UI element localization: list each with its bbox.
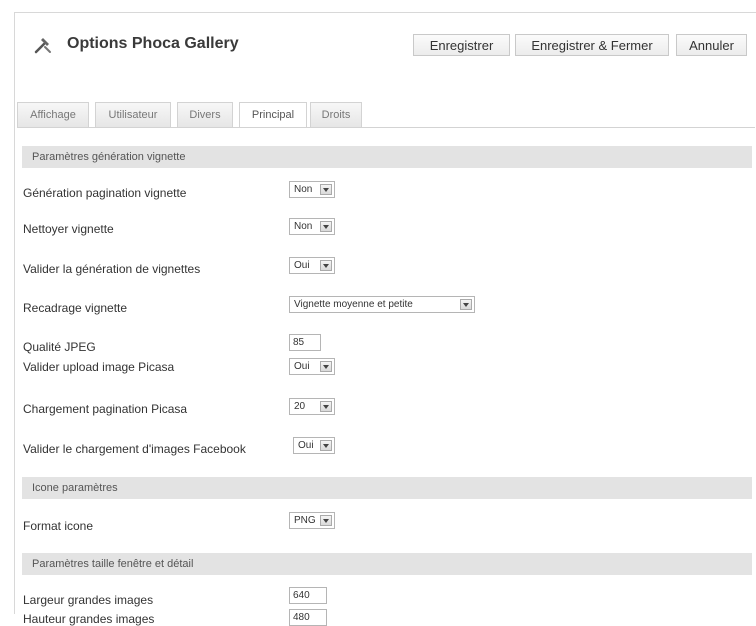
tab-utilisateur[interactable]: Utilisateur xyxy=(95,102,171,127)
large-width-label: Largeur grandes images xyxy=(23,593,154,607)
enable-thumb-gen-value: Oui xyxy=(294,260,310,271)
thumb-crop-label: Recadrage vignette xyxy=(23,301,128,315)
picasa-pagination-label: Chargement pagination Picasa xyxy=(23,402,188,416)
icon-format-select[interactable]: PNG xyxy=(289,512,335,529)
options-window: Options Phoca Gallery Enregistrer Enregi… xyxy=(14,12,756,626)
cancel-button[interactable]: Annuler xyxy=(676,34,747,56)
large-height-input[interactable]: 480 xyxy=(289,609,327,626)
dropdown-arrow-icon xyxy=(320,260,332,271)
picasa-upload-label: Valider upload image Picasa xyxy=(23,360,175,374)
dropdown-arrow-icon xyxy=(320,361,332,372)
thumb-crop-value: Vignette moyenne et petite xyxy=(294,299,413,310)
icon-format-value: PNG xyxy=(294,515,316,526)
facebook-upload-label: Valider le chargement d'images Facebook xyxy=(23,442,246,456)
tab-divers[interactable]: Divers xyxy=(177,102,233,127)
section-header-window-size: Paramètres taille fenêtre et détail xyxy=(22,553,752,575)
clean-thumbs-label: Nettoyer vignette xyxy=(23,222,114,236)
dropdown-arrow-icon xyxy=(320,515,332,526)
jpeg-quality-input[interactable]: 85 xyxy=(289,334,321,351)
page-title: Options Phoca Gallery xyxy=(67,35,239,52)
enable-thumb-gen-select[interactable]: Oui xyxy=(289,257,335,274)
thumb-crop-select[interactable]: Vignette moyenne et petite xyxy=(289,296,475,313)
facebook-upload-value: Oui xyxy=(298,440,314,451)
clean-thumbs-value: Non xyxy=(294,221,313,232)
picasa-upload-select[interactable]: Oui xyxy=(289,358,335,375)
picasa-pagination-value: 20 xyxy=(294,401,306,412)
options-panel: Paramètres génération vignette Génératio… xyxy=(17,127,755,626)
clean-thumbs-select[interactable]: Non xyxy=(289,218,335,235)
tab-affichage[interactable]: Affichage xyxy=(17,102,89,127)
enable-thumb-gen-label: Valider la génération de vignettes xyxy=(23,262,201,276)
picasa-upload-value: Oui xyxy=(294,361,310,372)
save-button[interactable]: Enregistrer xyxy=(413,34,510,56)
thumb-pagination-select[interactable]: Non xyxy=(289,181,335,198)
tab-droits[interactable]: Droits xyxy=(310,102,362,127)
large-width-input[interactable]: 640 xyxy=(289,587,327,604)
dropdown-arrow-icon xyxy=(320,221,332,232)
section-header-thumbnail-generation: Paramètres génération vignette xyxy=(22,146,752,168)
tools-icon xyxy=(34,38,51,54)
dropdown-arrow-icon xyxy=(320,184,332,195)
dropdown-arrow-icon xyxy=(460,299,472,310)
toolbar: Options Phoca Gallery Enregistrer Enregi… xyxy=(15,13,756,67)
picasa-pagination-select[interactable]: 20 xyxy=(289,398,335,415)
jpeg-quality-label: Qualité JPEG xyxy=(23,340,96,354)
icon-format-label: Format icone xyxy=(23,519,94,533)
tab-principal[interactable]: Principal xyxy=(239,102,307,128)
dropdown-arrow-icon xyxy=(320,440,332,451)
thumb-pagination-label: Génération pagination vignette xyxy=(23,186,187,200)
section-header-icon-params: Icone paramètres xyxy=(22,477,752,499)
save-close-button[interactable]: Enregistrer & Fermer xyxy=(515,34,669,56)
facebook-upload-select[interactable]: Oui xyxy=(293,437,335,454)
thumb-pagination-value: Non xyxy=(294,184,313,195)
dropdown-arrow-icon xyxy=(320,401,332,412)
large-height-label: Hauteur grandes images xyxy=(23,612,155,626)
